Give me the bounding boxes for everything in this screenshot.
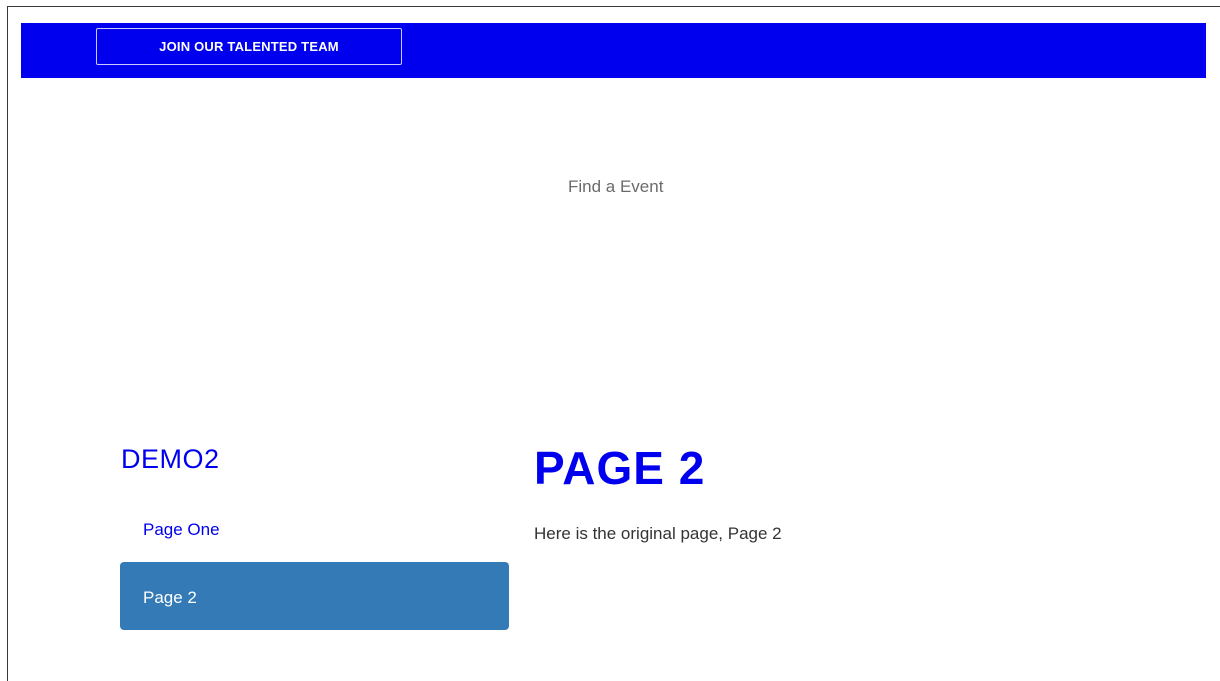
top-banner: JOIN OUR TALENTED TEAM bbox=[21, 23, 1206, 78]
sidebar-title: DEMO2 bbox=[121, 444, 220, 474]
sidebar-item-label: Page 2 bbox=[143, 588, 197, 607]
join-team-button[interactable]: JOIN OUR TALENTED TEAM bbox=[96, 28, 402, 65]
sidebar-item-label: Page One bbox=[143, 520, 220, 539]
page-title: PAGE 2 bbox=[534, 442, 706, 494]
find-event-link[interactable]: Find a Event bbox=[568, 177, 663, 197]
page-body-text: Here is the original page, Page 2 bbox=[534, 524, 782, 543]
sidebar-item-page-2[interactable]: Page 2 bbox=[120, 562, 509, 630]
sidebar-item-page-one[interactable]: Page One bbox=[120, 512, 509, 552]
